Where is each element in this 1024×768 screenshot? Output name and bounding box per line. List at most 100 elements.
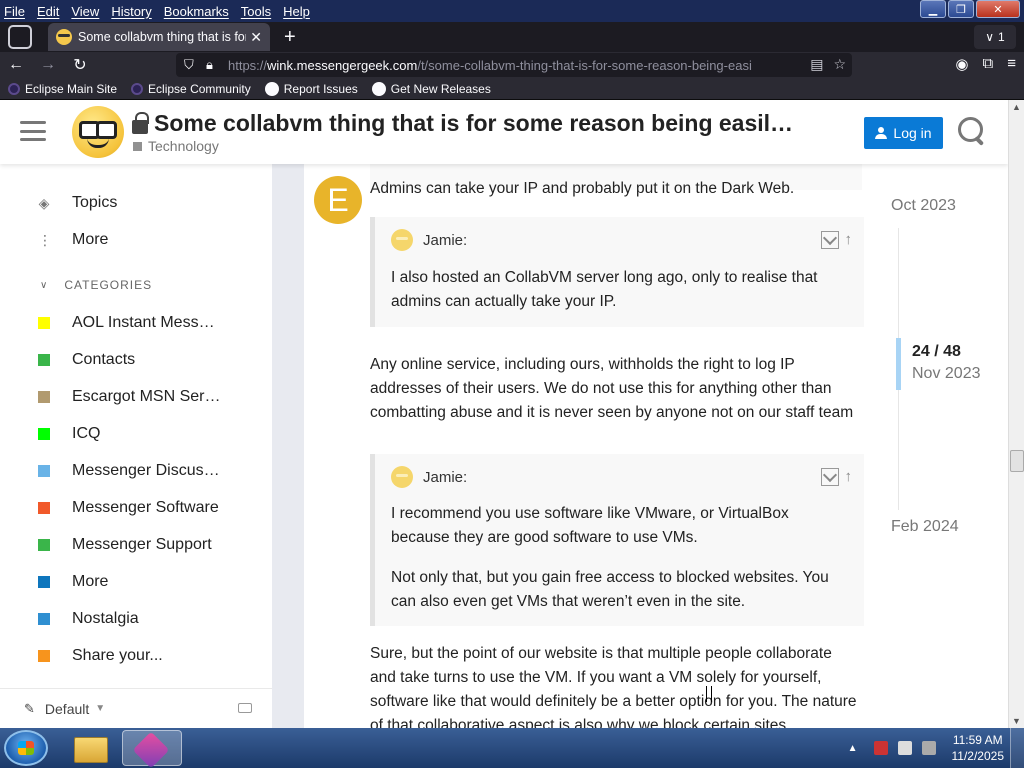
sidebar-category-item[interactable]: Escargot MSN Ser… (38, 388, 222, 406)
sidebar-category-label: Share your... (72, 647, 163, 664)
keyboard-icon[interactable] (238, 703, 252, 713)
bookmark-report-issues[interactable]: Report Issues (264, 81, 358, 96)
sidebar-category-item[interactable]: More (38, 573, 222, 591)
menu-bookmarks[interactable]: Bookmarks (158, 4, 235, 19)
bookmark-eclipse-main[interactable]: Eclipse Main Site (8, 82, 117, 96)
quote-block: Jamie: ↑ I recommend you use software li… (370, 454, 864, 626)
menu-help[interactable]: Help (277, 4, 316, 19)
sidebar-category-item[interactable]: Messenger Support (38, 536, 222, 554)
user-icon (875, 127, 888, 139)
show-desktop-button[interactable] (1010, 728, 1024, 768)
sidebar-item-more[interactable]: ⋮ More (38, 231, 222, 249)
start-button[interactable] (4, 730, 48, 766)
show-hidden-icons[interactable]: ▲ (848, 743, 858, 754)
back-button[interactable]: ← (0, 56, 32, 74)
page-scrollbar[interactable]: ▲ ▼ (1008, 100, 1024, 728)
login-button[interactable]: Log in (864, 117, 943, 149)
sidebar-category-item[interactable]: ICQ (38, 425, 222, 443)
hamburger-menu-icon[interactable] (20, 121, 46, 141)
arrow-up-icon[interactable]: ↑ (845, 468, 853, 486)
sidebar-category-item[interactable]: AOL Instant Mess… (38, 314, 222, 332)
bookmark-star-icon[interactable]: ☆ (833, 56, 846, 73)
new-tab-button[interactable]: + (284, 26, 296, 49)
tab-active[interactable]: Some collabvm thing that is for ✕ (48, 23, 270, 51)
sidebar-category-label: AOL Instant Mess… (72, 314, 215, 331)
expand-quote-icon[interactable] (820, 468, 839, 486)
sidebar-category-label: Messenger Support (72, 536, 212, 553)
volume-muted-icon[interactable] (921, 741, 936, 755)
sidebar-category-item[interactable]: Contacts (38, 351, 222, 369)
menu-icon[interactable]: ≡ (1007, 55, 1016, 73)
lock-icon[interactable]: 🔒︎ (206, 57, 224, 73)
topic-title[interactable]: Some collabvm thing that is for some rea… (132, 110, 793, 137)
pencil-icon: ✎ (24, 700, 35, 716)
category-color-badge (38, 502, 50, 514)
bookmark-get-releases[interactable]: Get New Releases (371, 81, 491, 96)
site-logo[interactable] (72, 106, 124, 158)
tab-close-icon[interactable]: ✕ (250, 29, 262, 46)
minimize-button[interactable]: ▁ (920, 0, 946, 18)
topic-category[interactable]: Technology (133, 138, 219, 154)
browser-taskbar-icon[interactable] (122, 730, 182, 766)
sidebar-category-item[interactable]: Nostalgia (38, 610, 222, 628)
web-page: Some collabvm thing that is for some rea… (0, 100, 1008, 728)
scrollbar-thumb[interactable] (1010, 450, 1024, 472)
network-icon[interactable] (897, 741, 912, 755)
menu-view[interactable]: View (65, 4, 105, 19)
quote-text: I also hosted an CollabVM server long ag… (391, 269, 818, 310)
chevron-down-icon: ∨ (985, 30, 995, 44)
timeline-handle[interactable] (896, 338, 901, 390)
theme-selector[interactable]: ✎ Default ▼ (0, 688, 272, 728)
category-color-badge (38, 391, 50, 403)
timeline-end-date[interactable]: Feb 2024 (891, 518, 959, 536)
account-icon[interactable]: ◉ (955, 55, 968, 73)
avatar[interactable]: E (314, 176, 362, 224)
lock-icon (132, 111, 149, 134)
extensions-icon[interactable]: ⧉ (983, 55, 994, 73)
reader-view-icon[interactable]: ▤ (810, 56, 823, 73)
sidebar-category-item[interactable]: Share your... (38, 647, 222, 665)
action-center-icon[interactable] (873, 741, 888, 755)
menu-edit[interactable]: Edit (31, 4, 65, 19)
text-cursor (706, 686, 712, 702)
sidebar-category-label: Nostalgia (72, 610, 139, 627)
shield-icon[interactable]: ⛉ (184, 57, 202, 73)
sidebar-item-topics[interactable]: ◈ Topics (38, 194, 222, 212)
forward-button[interactable]: → (32, 56, 64, 74)
tab-count: 1 (998, 30, 1005, 44)
menu-history[interactable]: History (105, 4, 157, 19)
search-icon[interactable] (958, 117, 988, 147)
post-text: Admins can take your IP and probably put… (370, 180, 795, 197)
bookmark-eclipse-community[interactable]: Eclipse Community (131, 82, 251, 96)
arrow-up-icon[interactable]: ↑ (845, 231, 853, 249)
url-text[interactable]: https://wink.messengergeek.com/t/some-co… (228, 58, 796, 73)
site-header: Some collabvm thing that is for some rea… (0, 100, 1008, 164)
maximize-button[interactable]: ❐ (948, 0, 974, 18)
category-color-badge (38, 317, 50, 329)
avatar (391, 466, 413, 488)
categories-heading[interactable]: ∨ CATEGORIES (40, 278, 152, 292)
close-window-button[interactable]: ✕ (976, 0, 1020, 18)
menu-tools[interactable]: Tools (235, 4, 277, 19)
sidebar: ◈ Topics ⋮ More ∨ CATEGORIES AOL Instant… (0, 164, 272, 728)
post-text: Any online service, including ours, with… (370, 356, 854, 421)
post-text: Sure, but the point of our website is th… (370, 645, 857, 728)
url-bar[interactable]: ⛉ 🔒︎ https://wink.messengergeek.com/t/so… (176, 53, 852, 77)
menu-file[interactable]: File (0, 4, 31, 19)
navigation-bar: ← → ↻ ⛉ 🔒︎ https://wink.messengergeek.co… (0, 52, 1024, 78)
expand-quote-icon[interactable] (820, 231, 839, 249)
post-stream: E Admins can take your IP and probably p… (304, 164, 994, 728)
sidebar-category-label: ICQ (72, 425, 101, 442)
sidebar-category-item[interactable]: Messenger Discus… (38, 462, 222, 480)
sidebar-category-item[interactable]: Messenger Software (38, 499, 222, 517)
tab-list-icon[interactable] (8, 25, 32, 49)
avatar (391, 229, 413, 251)
scroll-up-icon[interactable]: ▲ (1012, 102, 1021, 112)
timeline-start-date[interactable]: Oct 2023 (891, 197, 956, 215)
reload-button[interactable]: ↻ (64, 55, 96, 75)
clock[interactable]: 11:59 AM 11/2/2025 (952, 732, 1005, 764)
scroll-down-icon[interactable]: ▼ (1012, 716, 1021, 726)
tab-overflow-button[interactable]: ∨ 1 (974, 25, 1016, 49)
file-explorer-icon[interactable] (60, 730, 120, 766)
sidebar-category-label: Escargot MSN Ser… (72, 388, 221, 405)
